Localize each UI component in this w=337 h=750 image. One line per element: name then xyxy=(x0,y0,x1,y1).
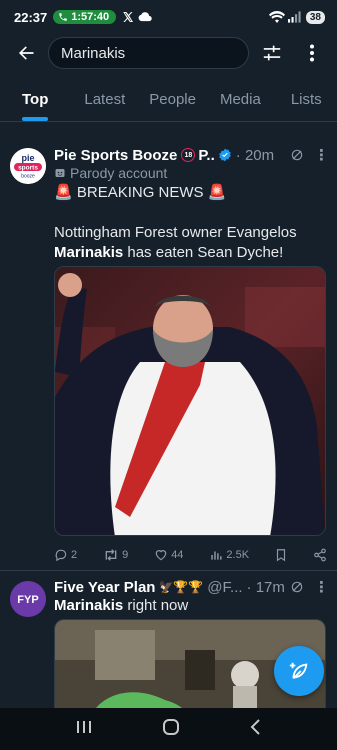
more-vertical-icon xyxy=(310,44,314,62)
tweet-more-icon[interactable]: ⋮ xyxy=(314,146,329,164)
tab-label: People xyxy=(149,90,196,108)
avatar[interactable]: FYP xyxy=(10,581,46,617)
search-tabs: Top Latest People Media Lists xyxy=(0,78,337,122)
tweet-text: Marinakis right now xyxy=(54,597,189,614)
like-button[interactable]: 44 xyxy=(154,548,183,562)
svg-text:pie: pie xyxy=(21,153,34,163)
home-button[interactable] xyxy=(162,718,180,741)
siren-icon: 🚨 xyxy=(207,184,227,201)
avatar[interactable]: pie sports booze xyxy=(10,148,46,184)
repost-icon xyxy=(105,549,117,561)
tab-label: Lists xyxy=(290,90,322,108)
age-badge-icon: 18 xyxy=(181,148,196,162)
svg-text:booze: booze xyxy=(21,174,35,180)
reply-count: 2 xyxy=(71,549,78,561)
share-button[interactable] xyxy=(313,548,327,562)
svg-text:FYP: FYP xyxy=(17,594,38,606)
search-header: Marinakis xyxy=(0,34,337,72)
siren-icon: 🚨 xyxy=(54,184,73,201)
trophy-emoji-icon: 🦅🏆🏆 xyxy=(158,580,204,594)
tweet-actions: 2 9 44 2.5K xyxy=(54,548,327,562)
bookmark-button[interactable] xyxy=(275,548,287,562)
pie-sports-booze-logo: pie sports booze xyxy=(10,148,46,184)
tweet-image[interactable] xyxy=(54,266,326,536)
tweet-text: 🚨 BREAKING NEWS 🚨 xyxy=(54,183,329,203)
parody-mask-icon xyxy=(55,169,65,177)
tweet-text: Nottingham Forest owner Evangelos Marina… xyxy=(54,224,297,261)
verified-badge-icon xyxy=(218,148,231,162)
tab-label: Latest xyxy=(84,90,126,108)
grok-icon[interactable] xyxy=(290,580,304,594)
call-timer: 1:57:40 xyxy=(71,11,110,23)
tab-label: Top xyxy=(22,90,49,108)
view-count: 2.5K xyxy=(226,549,250,561)
signal-icon xyxy=(287,11,301,23)
tweet-header: Five Year Plan 🦅🏆🏆 @F... · 17m ⋮ xyxy=(54,578,329,597)
back-button[interactable] xyxy=(14,41,38,65)
recent-apps-button[interactable] xyxy=(75,719,93,740)
compose-button[interactable] xyxy=(274,646,324,696)
repost-button[interactable]: 9 xyxy=(103,548,128,562)
display-name[interactable]: Pie Sports Booze xyxy=(54,147,177,164)
tweet-body: Five Year Plan 🦅🏆🏆 @F... · 17m ⋮ Marinak… xyxy=(54,578,329,616)
arrow-left-icon xyxy=(19,46,34,60)
tweet-line: BREAKING NEWS xyxy=(76,184,204,201)
bar-chart-icon xyxy=(211,551,222,560)
heart-icon xyxy=(155,550,167,561)
ongoing-call-pill[interactable]: 1:57:40 xyxy=(53,10,117,24)
tweet-time: · 17m xyxy=(246,578,285,596)
share-icon xyxy=(314,548,326,562)
tab-people[interactable]: People xyxy=(139,78,206,120)
search-query-text: Marinakis xyxy=(61,44,126,62)
reply-icon xyxy=(55,549,67,562)
cloud-icon xyxy=(138,12,152,22)
search-input[interactable]: Marinakis xyxy=(48,37,249,69)
tweet-time: · 20m xyxy=(235,146,275,164)
views-button[interactable]: 2.5K xyxy=(209,548,249,562)
grok-icon[interactable] xyxy=(290,148,304,162)
search-term-highlight: Marinakis xyxy=(54,244,124,261)
display-name-tail: P.. xyxy=(198,146,215,164)
repost-count: 9 xyxy=(122,549,129,561)
tweet-header: Pie Sports Booze 18 P.. · 20m ⋮ xyxy=(54,146,329,165)
tweet-body: Pie Sports Booze 18 P.. · 20m ⋮ Parody a… xyxy=(54,146,329,263)
system-nav-bar xyxy=(0,708,337,750)
wifi-icon xyxy=(268,11,285,23)
five-year-plan-logo: FYP xyxy=(10,581,46,617)
tab-lists[interactable]: Lists xyxy=(275,78,337,120)
tweet[interactable]: pie sports booze Pie Sports Booze 18 P..… xyxy=(0,138,337,570)
overflow-menu-button[interactable] xyxy=(295,36,329,70)
tab-label: Media xyxy=(219,90,261,108)
back-nav-button[interactable] xyxy=(249,718,263,741)
like-count: 44 xyxy=(171,549,184,561)
chevron-left-icon xyxy=(250,718,260,735)
svg-text:sports: sports xyxy=(18,165,38,172)
active-tab-indicator xyxy=(22,117,49,121)
reply-button[interactable]: 2 xyxy=(54,548,77,562)
tab-media[interactable]: Media xyxy=(206,78,275,120)
tweet-photo xyxy=(55,267,325,535)
phone-icon xyxy=(59,13,67,21)
display-name[interactable]: Five Year Plan xyxy=(54,579,155,596)
feather-plus-icon xyxy=(289,662,308,679)
tab-top[interactable]: Top xyxy=(0,78,70,121)
tweet-more-icon[interactable]: ⋮ xyxy=(314,578,329,596)
sliders-icon xyxy=(263,45,281,61)
x-app-icon xyxy=(123,12,134,22)
tab-latest[interactable]: Latest xyxy=(70,78,139,120)
status-bar: 22:37 1:57:40 38 xyxy=(0,0,337,34)
search-filter-button[interactable] xyxy=(255,36,289,70)
home-icon xyxy=(162,718,179,735)
bookmark-icon xyxy=(276,549,286,562)
parody-label: Parody account xyxy=(54,165,329,181)
search-term-highlight: Marinakis xyxy=(54,597,124,614)
handle: @F... xyxy=(207,578,243,596)
recent-apps-icon xyxy=(76,720,91,733)
status-time: 22:37 xyxy=(14,9,48,25)
battery-indicator: 38 xyxy=(305,10,325,24)
